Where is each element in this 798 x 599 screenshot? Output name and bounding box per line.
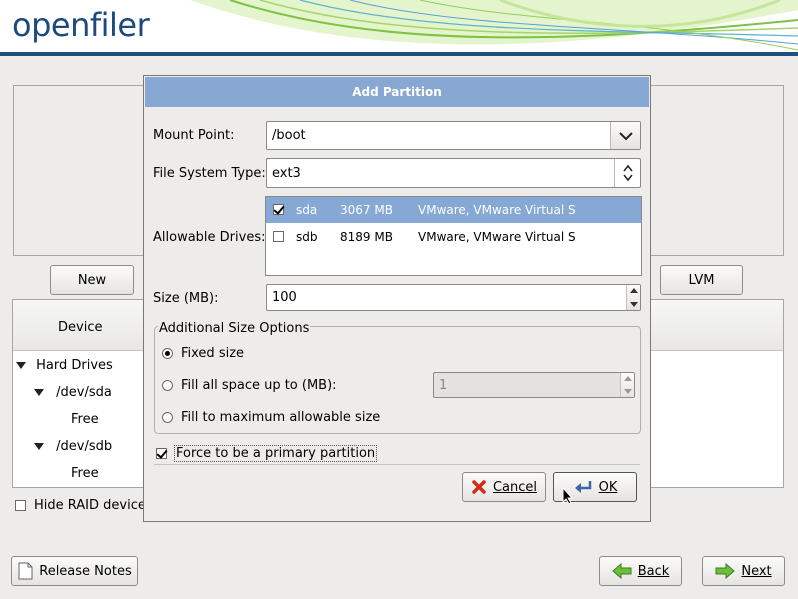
drive-row-sdb[interactable]: sdb 8189 MB VMware, VMware Virtual S (266, 224, 641, 250)
tree-row-free[interactable]: Free (71, 412, 99, 427)
drive-sdb-checkbox[interactable] (273, 231, 284, 242)
document-icon (18, 562, 33, 580)
size-spin-buttons[interactable] (626, 285, 640, 310)
fs-type-dropdown-button[interactable] (614, 159, 640, 187)
fs-type-value: ext3 (272, 165, 301, 181)
lvm-button[interactable]: LVM (660, 265, 743, 295)
spin-up-icon[interactable] (624, 376, 632, 381)
spin-down-icon[interactable] (624, 389, 632, 394)
hide-raid-label: Hide RAID device/ (34, 498, 151, 513)
dialog-title: Add Partition (145, 77, 649, 107)
fill-up-to-label: Fill all space up to (MB): (181, 378, 337, 393)
size-value: 100 (272, 290, 297, 305)
mount-point-label: Mount Point: (153, 128, 235, 143)
next-button[interactable]: Next (702, 556, 785, 586)
mount-point-value: /boot (272, 128, 306, 143)
spin-up-icon[interactable] (630, 288, 638, 293)
tree-row-free[interactable]: Free (71, 466, 99, 481)
fs-type-label: File System Type: (153, 166, 266, 181)
updown-chevron-icon (622, 164, 633, 182)
fixed-size-label: Fixed size (181, 346, 245, 361)
tree-row-hard-drives[interactable]: Hard Drives (16, 358, 113, 373)
expander-down-icon[interactable] (34, 443, 44, 450)
drive-sda-checkbox[interactable] (273, 204, 284, 215)
cancel-button[interactable]: Cancel (462, 472, 546, 502)
fill-max-radio[interactable] (162, 412, 173, 423)
fill-up-to-spin-buttons[interactable] (620, 373, 634, 397)
mount-point-dropdown-button[interactable] (610, 122, 640, 149)
fill-up-to-value: 1 (439, 377, 448, 393)
fs-type-select[interactable]: ext3 (266, 158, 641, 188)
expander-down-icon[interactable] (34, 389, 44, 396)
force-primary-checkbox[interactable] (156, 448, 167, 459)
chevron-down-icon (618, 131, 633, 140)
enter-arrow-icon (574, 481, 591, 493)
app-logo: openfiler (12, 6, 150, 44)
cancel-x-icon (472, 480, 486, 494)
arrow-left-icon (611, 563, 632, 579)
release-notes-button[interactable]: Release Notes (11, 556, 138, 586)
fill-up-to-spinbox[interactable]: 1 (433, 372, 635, 398)
fill-max-label: Fill to maximum allowable size (181, 410, 381, 425)
size-spinbox[interactable]: 100 (266, 284, 641, 311)
device-column-header[interactable]: Device (58, 320, 102, 335)
header-banner: openfiler (0, 0, 798, 52)
fixed-size-radio[interactable] (162, 348, 173, 359)
add-partition-dialog: Add Partition Mount Point: /boot File Sy… (143, 75, 651, 522)
size-label: Size (MB): (153, 291, 219, 306)
tree-row-dev-sda[interactable]: /dev/sda (34, 385, 112, 400)
tree-row-dev-sdb[interactable]: /dev/sdb (34, 439, 112, 454)
dialog-separator (154, 464, 640, 465)
force-primary-label: Force to be a primary partition (174, 445, 378, 462)
arrow-right-icon (715, 563, 736, 579)
new-button[interactable]: New (50, 265, 134, 295)
drive-row-sda[interactable]: sda 3067 MB VMware, VMware Virtual S (266, 197, 641, 223)
mount-point-combo[interactable]: /boot (266, 121, 641, 150)
allowable-drives-list[interactable]: sda 3067 MB VMware, VMware Virtual S sdb… (265, 196, 642, 276)
hide-raid-checkbox[interactable] (15, 500, 26, 511)
mouse-cursor-icon (562, 487, 574, 505)
spin-down-icon[interactable] (630, 302, 638, 307)
additional-size-options-label: Additional Size Options (158, 321, 311, 336)
fill-up-to-radio[interactable] (162, 380, 173, 391)
allowable-drives-label: Allowable Drives: (153, 230, 266, 245)
header-divider (0, 52, 798, 56)
expander-down-icon[interactable] (16, 362, 26, 369)
back-button[interactable]: Back (599, 556, 682, 586)
